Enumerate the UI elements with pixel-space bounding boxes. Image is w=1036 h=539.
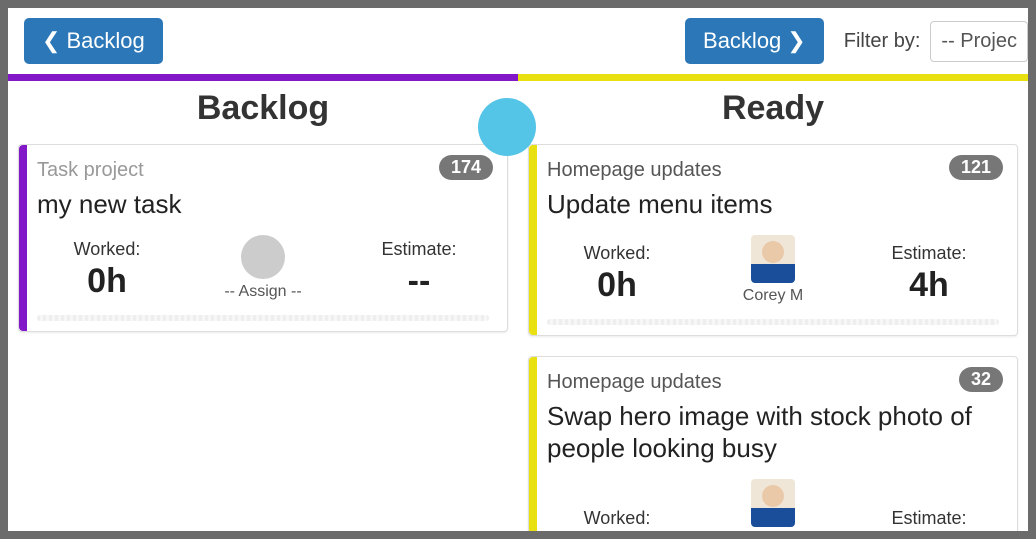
avatar-icon — [751, 479, 795, 527]
worked-metric: Worked: 0h — [47, 239, 167, 301]
estimate-value: 4h — [869, 266, 989, 305]
worked-value: 0h — [557, 266, 677, 305]
lane-color-bar — [8, 74, 518, 81]
assignee-picker[interactable]: -- Assign -- — [224, 235, 301, 301]
worked-metric: Worked: 0h — [557, 243, 677, 305]
estimate-label: Estimate: — [359, 239, 479, 260]
card-project: Homepage updates — [547, 159, 999, 182]
card-stripe — [19, 145, 27, 331]
worked-metric: Worked: — [557, 508, 677, 531]
filter-select[interactable]: -- Projec — [930, 21, 1028, 62]
card-title: Update menu items — [547, 188, 999, 221]
assignee-label: -- Assign -- — [224, 283, 301, 301]
card-badge: 174 — [439, 155, 493, 180]
estimate-metric: Estimate: 4h — [869, 243, 989, 305]
assignee-picker[interactable] — [751, 479, 795, 531]
card-project: Task project — [37, 159, 489, 182]
prev-lane-button[interactable]: ❮ Backlog — [24, 18, 163, 64]
next-lane-label: Backlog — [703, 28, 781, 54]
card-title: Swap hero image with stock photo of peop… — [547, 400, 999, 465]
chevron-right-icon: ❯ — [787, 30, 805, 52]
lane-title: Ready — [518, 81, 1028, 144]
toolbar: ❮ Backlog Backlog ❯ Filter by: -- Projec — [8, 8, 1028, 74]
worked-value: 0h — [47, 262, 167, 301]
card-badge: 121 — [949, 155, 1003, 180]
chevron-left-icon: ❮ — [42, 30, 60, 52]
avatar-placeholder-icon — [241, 235, 285, 279]
assignee-picker[interactable]: Corey M — [743, 235, 803, 305]
estimate-label: Estimate: — [869, 508, 989, 529]
task-card[interactable]: Homepage updates 121 Update menu items W… — [528, 144, 1018, 336]
estimate-metric: Estimate: -- — [359, 239, 479, 301]
card-stripe — [529, 357, 537, 532]
lane-backlog: Backlog Task project 174 my new task Wor… — [8, 74, 518, 531]
next-lane-button[interactable]: Backlog ❯ — [685, 18, 824, 64]
card-project: Homepage updates — [547, 371, 999, 394]
estimate-label: Estimate: — [869, 243, 989, 264]
filter-wrap: Filter by: -- Projec — [844, 21, 1028, 62]
assignee-label: Corey M — [743, 287, 803, 305]
highlight-dot — [478, 98, 536, 156]
task-card[interactable]: Homepage updates 32 Swap hero image with… — [528, 356, 1018, 532]
prev-lane-label: Backlog — [66, 28, 144, 54]
lane-title: Backlog — [8, 81, 518, 144]
progress-slider[interactable] — [37, 315, 489, 321]
estimate-metric: Estimate: — [869, 508, 989, 531]
worked-label: Worked: — [47, 239, 167, 260]
lane-ready: Ready Homepage updates 121 Update menu i… — [518, 74, 1028, 531]
lane-color-bar — [518, 74, 1028, 81]
filter-label: Filter by: — [844, 30, 921, 53]
estimate-value: -- — [359, 262, 479, 301]
worked-label: Worked: — [557, 243, 677, 264]
progress-slider[interactable] — [547, 319, 999, 325]
card-stripe — [529, 145, 537, 335]
card-badge: 32 — [959, 367, 1003, 392]
task-card[interactable]: Task project 174 my new task Worked: 0h … — [18, 144, 508, 332]
avatar-icon — [751, 235, 795, 283]
card-title: my new task — [37, 188, 489, 221]
worked-label: Worked: — [557, 508, 677, 529]
